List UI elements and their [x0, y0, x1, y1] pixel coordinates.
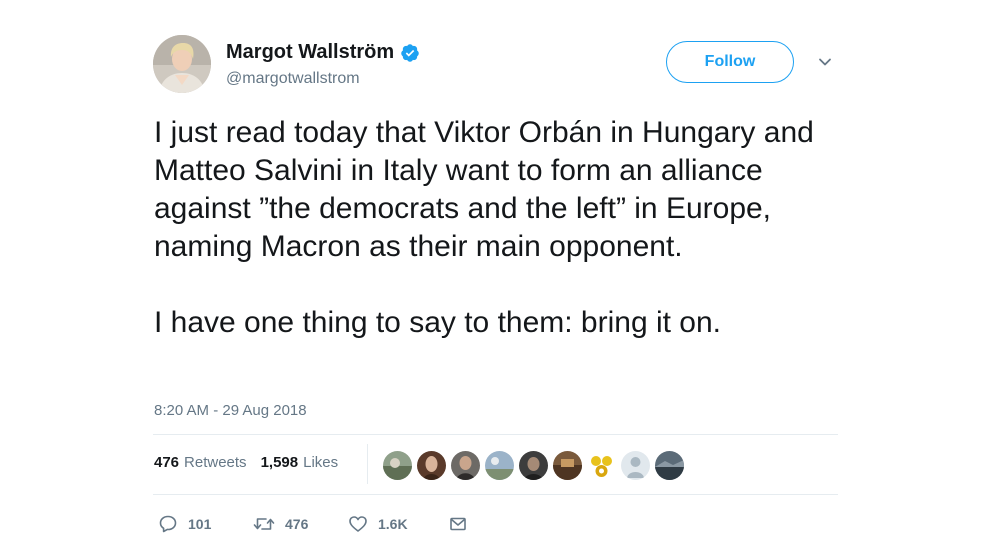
tweet-text: I just read today that Viktor Orbán in H… [154, 114, 838, 342]
like-button[interactable]: 1.6K [348, 514, 448, 534]
retweet-icon [253, 518, 275, 530]
liker-avatar[interactable] [553, 451, 582, 480]
tweet-paragraph-2: I have one thing to say to them: bring i… [154, 306, 722, 339]
likes-label: Likes [303, 454, 339, 471]
tweet-actions: 101 476 1.6K [158, 514, 468, 534]
envelope-icon [450, 517, 466, 531]
display-name[interactable]: Margot Wallström [226, 41, 394, 64]
retweet-button[interactable]: 476 [253, 514, 348, 534]
retweet-count: 476 [285, 516, 309, 532]
likes-stat[interactable]: 1,598 Likes [261, 454, 339, 471]
stats-separator [367, 444, 368, 484]
liker-avatar[interactable] [383, 451, 412, 480]
reply-count: 101 [188, 516, 212, 532]
verified-badge-icon [401, 43, 419, 62]
reply-icon [159, 515, 177, 533]
liker-avatar[interactable] [485, 451, 514, 480]
retweets-count: 476 [154, 454, 180, 471]
liker-avatar[interactable] [587, 451, 616, 480]
tweet-timestamp[interactable]: 8:20 AM - 29 Aug 2018 [154, 402, 307, 419]
user-handle[interactable]: @margotwallstrom [226, 70, 360, 88]
divider-top [153, 434, 838, 435]
divider-bottom [153, 494, 838, 495]
liker-avatar[interactable] [451, 451, 480, 480]
like-count: 1.6K [378, 516, 408, 532]
heart-icon [349, 516, 367, 532]
liker-avatar[interactable] [417, 451, 446, 480]
follow-button[interactable]: Follow [666, 41, 794, 83]
tweet-paragraph-1: I just read today that Viktor Orbán in H… [154, 116, 814, 263]
profile-avatar[interactable] [153, 35, 211, 93]
retweets-stat[interactable]: 476 Retweets [154, 454, 247, 471]
liker-avatar[interactable] [621, 451, 650, 480]
user-name-row: Margot Wallström [226, 41, 420, 64]
direct-message-button[interactable] [448, 514, 468, 534]
liker-avatar[interactable] [519, 451, 548, 480]
liker-avatar[interactable] [655, 451, 684, 480]
likes-count: 1,598 [260, 454, 299, 471]
liker-avatars [383, 451, 684, 480]
reply-button[interactable]: 101 [158, 514, 253, 534]
retweets-label: Retweets [184, 454, 247, 471]
tweet-card: Margot Wallström @margotwallstrom Follow… [153, 30, 838, 558]
tweet-stats: 476 Retweets 1,598 Likes [154, 454, 338, 471]
chevron-down-icon[interactable] [817, 54, 833, 70]
